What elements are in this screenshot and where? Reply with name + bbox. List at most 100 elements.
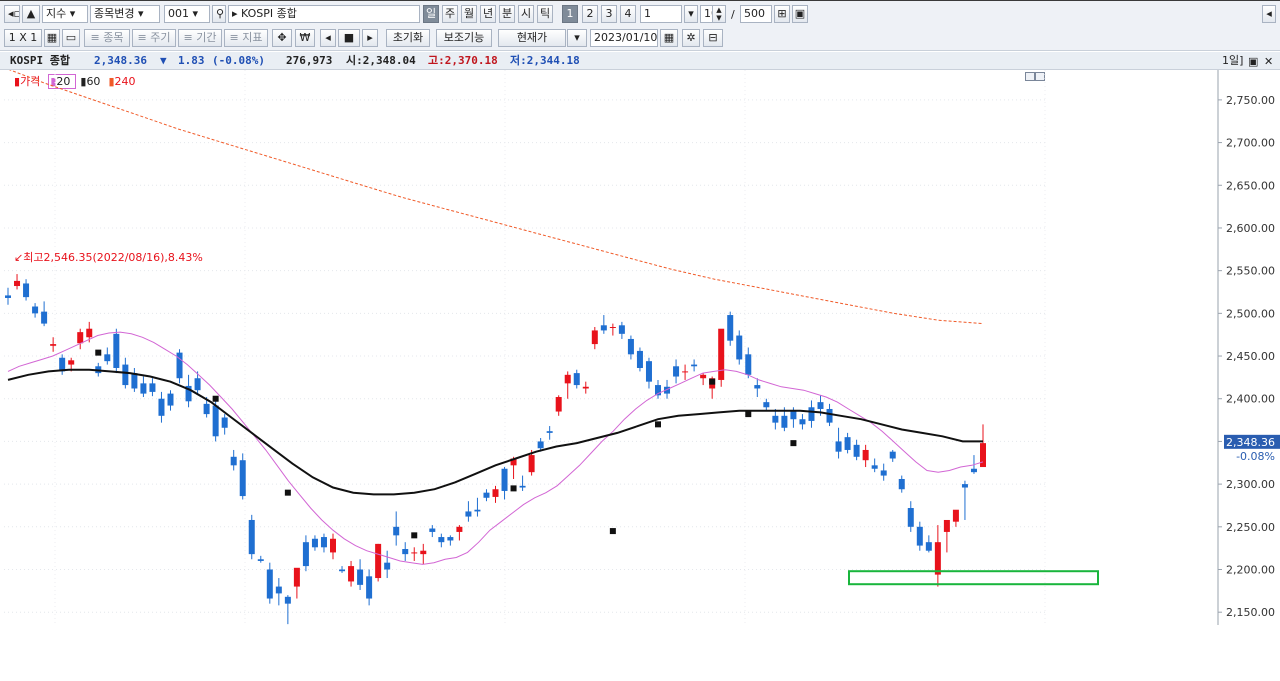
candle-body	[50, 344, 57, 346]
pivot-marker	[284, 489, 291, 496]
unit-dropdown-icon[interactable]: ▾	[684, 5, 698, 23]
candle-body	[447, 537, 454, 541]
scroll-left-icon[interactable]: ◂	[320, 29, 336, 47]
period-year-tab[interactable]: 년	[480, 5, 496, 23]
item-compare-button[interactable]: ≡ 종목	[84, 29, 130, 47]
item-name-field[interactable]: ▸ KOSPI 종합	[228, 5, 420, 23]
candle-body	[682, 371, 689, 373]
price-mode-dropdown-icon[interactable]: ▾	[567, 29, 587, 47]
candle-body	[203, 403, 210, 415]
candle-body	[889, 451, 896, 459]
candle-body	[636, 350, 643, 368]
market-type-select[interactable]: 지수 ▾	[42, 5, 88, 23]
settings-gear-icon[interactable]: ✲	[682, 29, 700, 47]
quote-info-bar: KOSPI 종합 2,348.36 ▼ 1.83 (-0.08%) 276,97…	[0, 52, 1218, 70]
candle-body	[952, 509, 959, 522]
y-tick-label: 2,400.00	[1226, 393, 1275, 406]
period-day-tab[interactable]: 일	[423, 5, 439, 23]
period-button[interactable]: ≡ 기간	[178, 29, 222, 47]
quote-high: 고:2,370.18	[428, 54, 498, 67]
collapse-panel-icon[interactable]: ◂	[1262, 5, 1276, 23]
candle-body	[131, 373, 138, 389]
pivot-marker	[709, 378, 716, 385]
price-chart[interactable]: 2,750.00 2,700.00 2,650.00 2,600.00 2,550.00…	[0, 70, 1280, 625]
candle-body	[420, 550, 427, 555]
candle-body	[817, 402, 824, 409]
maximize-icon[interactable]: ▣	[1248, 53, 1258, 70]
quote-open: 시:2,348.04	[346, 54, 416, 67]
period-number-4[interactable]: 4	[620, 5, 636, 23]
change-down-icon: ▼	[160, 54, 167, 67]
candle-body	[483, 492, 490, 498]
candle-body	[113, 333, 120, 368]
export-icon[interactable]: ⊟	[703, 29, 723, 47]
layout-button[interactable]: 1 X 1	[4, 29, 42, 47]
candle-body	[5, 295, 11, 298]
period-tick-tab[interactable]: 틱	[537, 5, 553, 23]
scroll-right-icon[interactable]: ▸	[362, 29, 378, 47]
save-icon[interactable]: ▣	[792, 5, 808, 23]
period-hour-tab[interactable]: 시	[518, 5, 534, 23]
quote-change-pct: (-0.08%)	[212, 54, 265, 67]
candle-body	[393, 526, 400, 536]
period-number-1[interactable]: 1	[562, 5, 578, 23]
up-arrow-icon[interactable]: ▲	[22, 5, 40, 23]
candle-body	[167, 393, 174, 406]
move-icon[interactable]: ✥	[272, 29, 292, 47]
candle-body	[284, 596, 291, 604]
candle-body	[330, 538, 336, 553]
krw-icon[interactable]: ₩	[295, 29, 315, 47]
stop-icon[interactable]: ■	[338, 29, 360, 47]
period-number-2[interactable]: 2	[582, 5, 598, 23]
candle-body	[41, 311, 48, 324]
candle-body	[871, 465, 878, 469]
quote-low: 저:2,344.18	[510, 54, 580, 67]
candle-body	[925, 542, 932, 551]
reset-button[interactable]: 초기화	[386, 29, 430, 47]
period-number-3[interactable]: 3	[601, 5, 617, 23]
candle-body	[23, 283, 30, 298]
candle-body	[907, 508, 914, 527]
candle-body	[492, 489, 499, 497]
pivot-marker	[95, 349, 102, 356]
total-field[interactable]: 500	[740, 5, 772, 23]
layout-1x1-icon[interactable]: ▭	[62, 29, 80, 47]
candle-body	[221, 417, 228, 428]
pivot-marker	[655, 421, 661, 428]
candle-body	[898, 478, 905, 490]
indicator-button[interactable]: ≡ 지표	[224, 29, 268, 47]
period-tab-label[interactable]: 1일]	[1222, 52, 1243, 69]
period-month-tab[interactable]: 월	[461, 5, 477, 23]
add-window-icon[interactable]: ⊞	[774, 5, 790, 23]
cycle-button[interactable]: ≡ 주기	[132, 29, 176, 47]
candle-body	[104, 354, 111, 362]
candle-body	[32, 306, 39, 314]
candle-body	[77, 332, 84, 344]
period-week-tab[interactable]: 주	[442, 5, 458, 23]
change-item-select[interactable]: 종목변경 ▾	[90, 5, 160, 23]
date-field[interactable]: 2023/01/10	[590, 29, 658, 47]
aux-function-button[interactable]: 보조기능	[436, 29, 492, 47]
code-select[interactable]: 001 ▾	[164, 5, 210, 23]
item-name-value: KOSPI 종합	[241, 7, 297, 20]
candle-body	[980, 443, 986, 468]
candle-body	[140, 383, 147, 394]
price-mode-button[interactable]: 현재가	[498, 29, 566, 47]
chart-area[interactable]: 2,750.00 2,700.00 2,650.00 2,600.00 2,550.00…	[0, 70, 1280, 625]
unit-select[interactable]: 1	[640, 5, 682, 23]
candle-body	[790, 410, 797, 420]
market-type-label: 지수	[46, 7, 67, 20]
candle-body	[763, 402, 770, 408]
candle-body	[375, 543, 382, 579]
search-icon[interactable]: ⚲	[212, 5, 226, 23]
close-icon[interactable]: ✕	[1264, 53, 1273, 70]
period-minute-tab[interactable]: 분	[499, 5, 515, 23]
candle-body	[14, 280, 21, 287]
candle-body	[961, 484, 968, 488]
calendar-icon[interactable]: ▦	[660, 29, 678, 47]
grid-icon[interactable]: ▦	[44, 29, 60, 47]
period-label: 기간	[196, 31, 217, 44]
count-spinner-icon[interactable]: ▲ ▼	[712, 5, 726, 23]
candle-body	[591, 330, 598, 345]
panel-toggle-button[interactable]: ◂▫	[4, 5, 20, 23]
